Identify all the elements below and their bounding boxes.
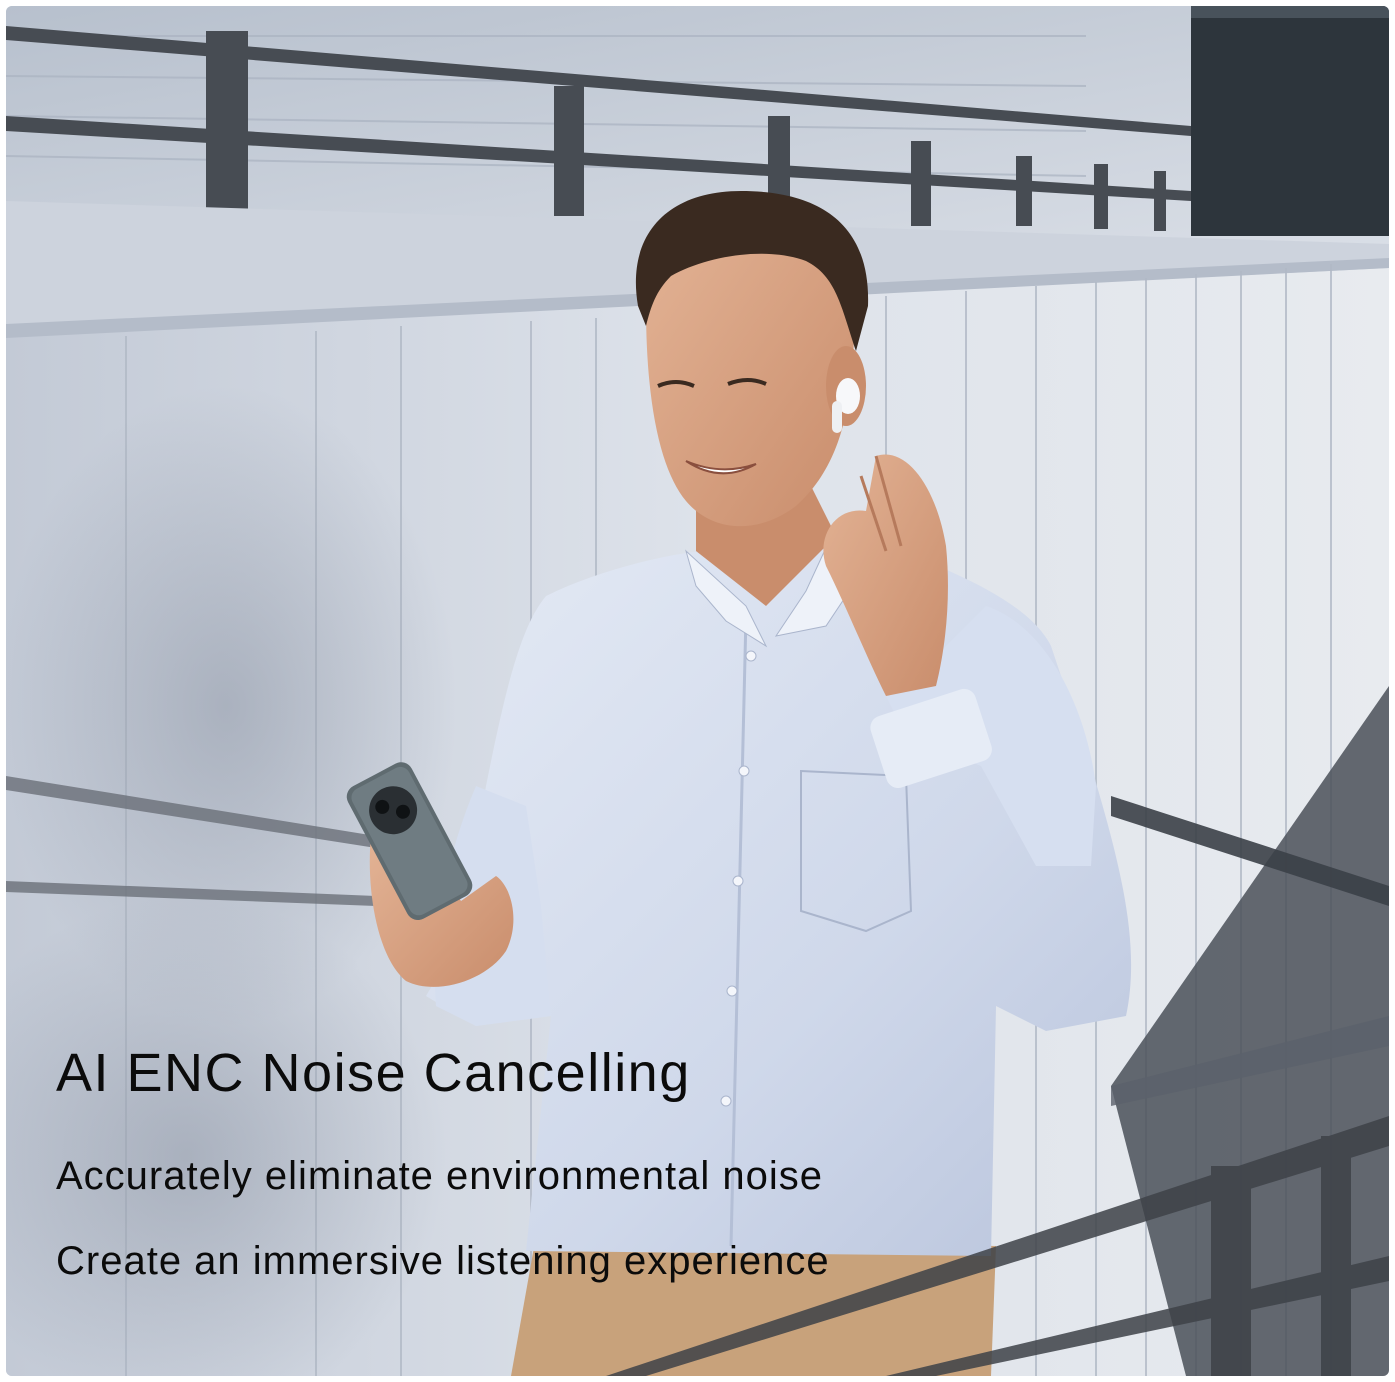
feature-line-2: Create an immersive listening experience [56, 1239, 830, 1283]
product-banner: AI ENC Noise Cancelling Accurately elimi… [6, 6, 1389, 1376]
headline: AI ENC Noise Cancelling [56, 1043, 691, 1103]
window-block [1191, 6, 1389, 236]
feature-line-1: Accurately eliminate environmental noise [56, 1154, 824, 1198]
